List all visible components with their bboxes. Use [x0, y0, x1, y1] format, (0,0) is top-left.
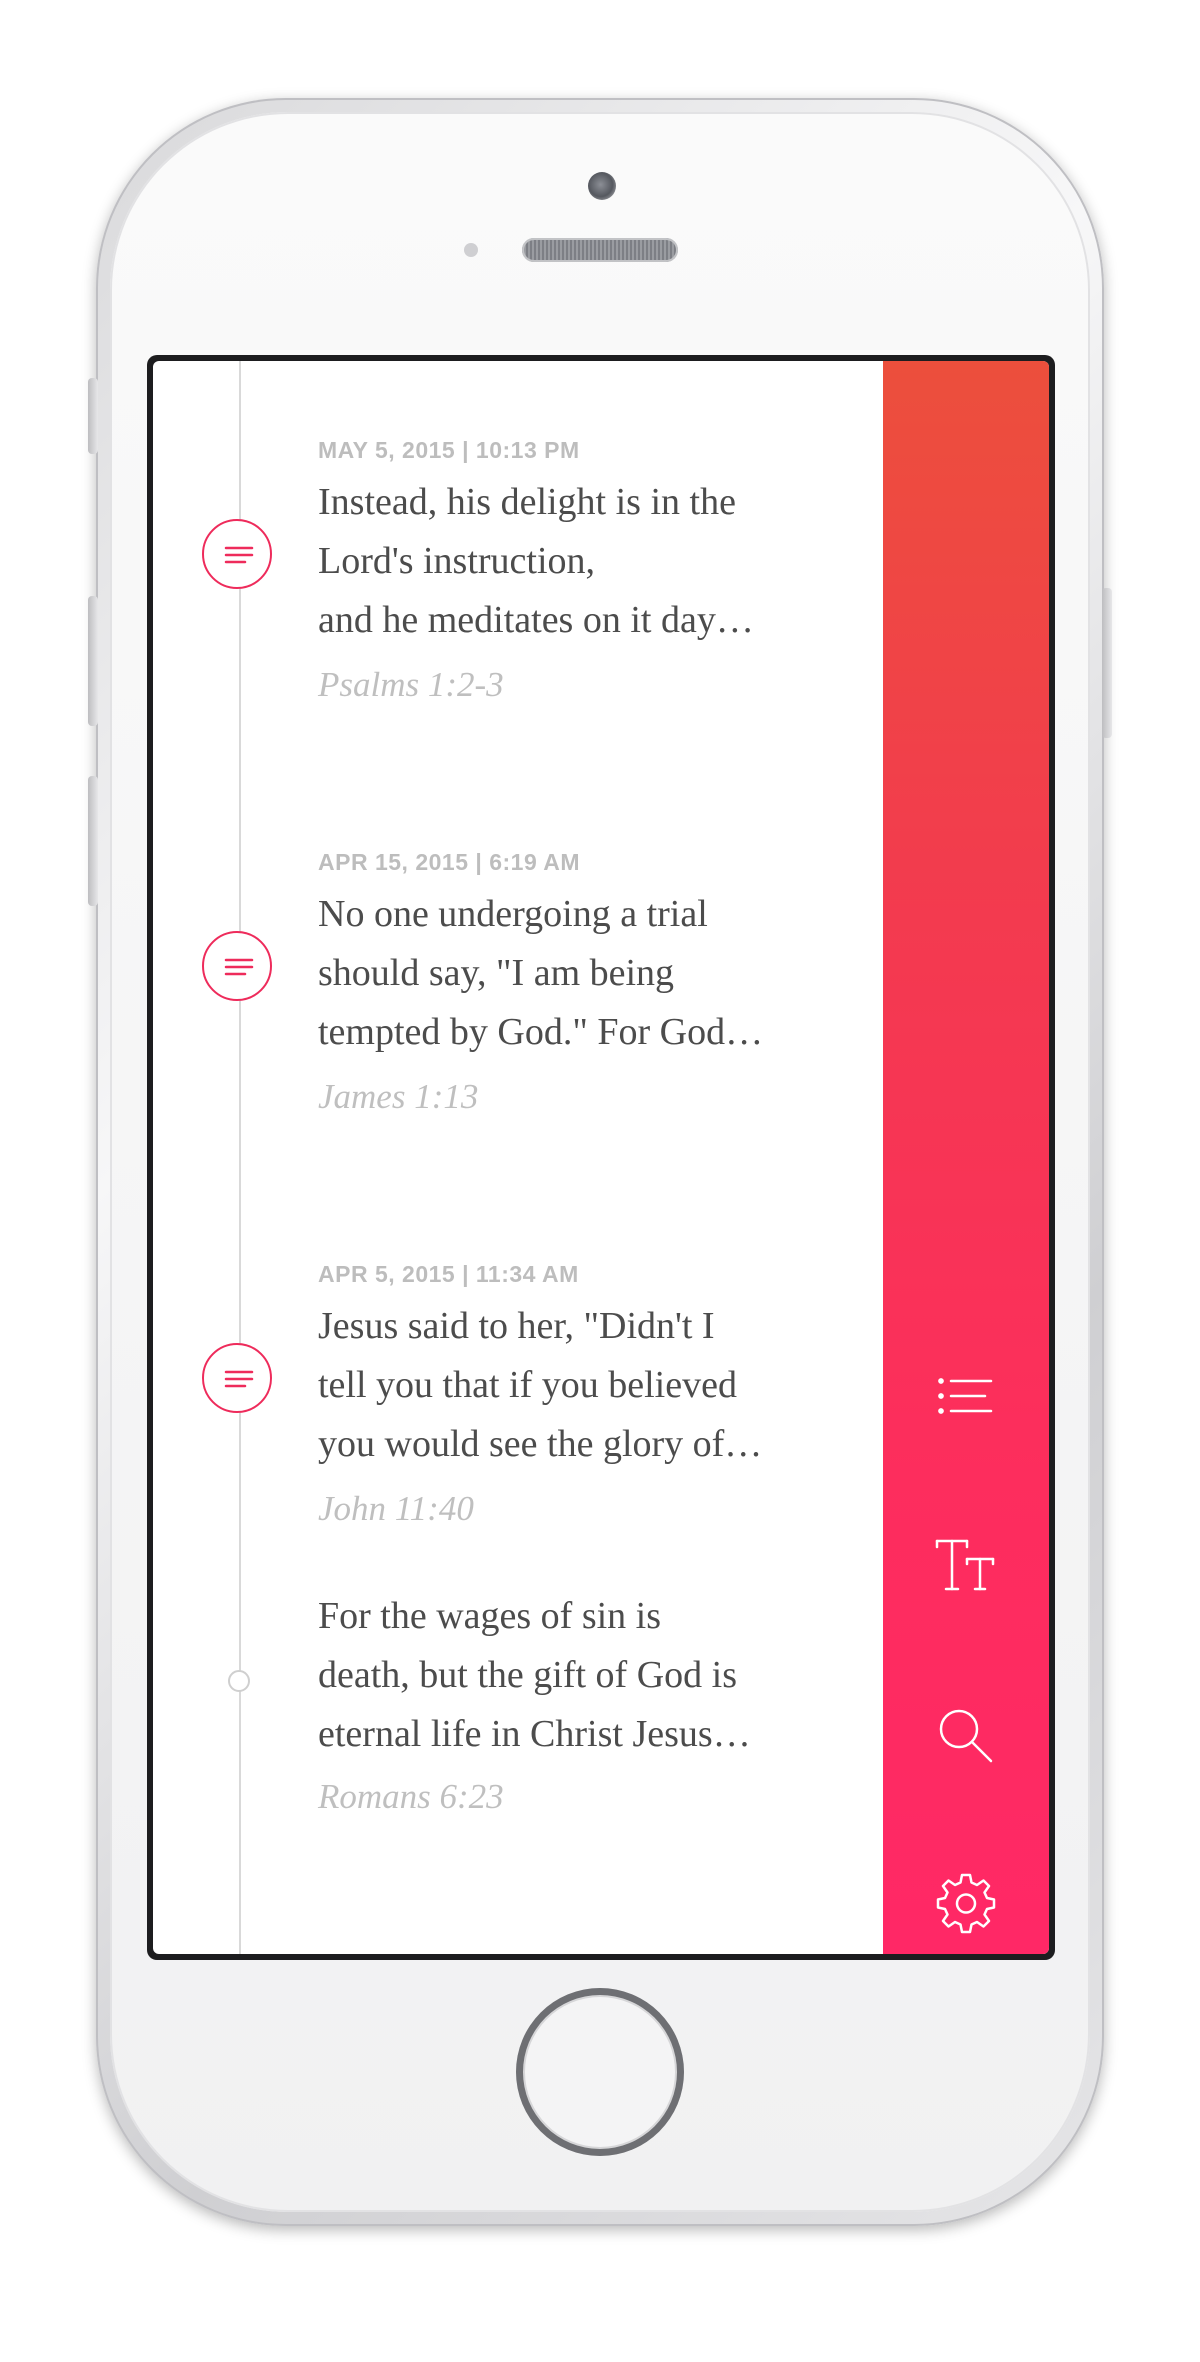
verse-line: and he meditates on it day…: [318, 599, 754, 641]
note-icon[interactable]: [202, 519, 272, 589]
entry-verse-text: No one undergoing a trial should say, "I…: [318, 885, 858, 1062]
verse-line: death, but the gift of God is: [318, 1654, 737, 1696]
entry-verse-text: For the wages of sin is death, but the g…: [318, 1587, 858, 1764]
home-button[interactable]: [516, 1988, 684, 2156]
volume-up-button: [88, 596, 98, 726]
note-icon[interactable]: [202, 931, 272, 1001]
verse-line: eternal life in Christ Jesus…: [318, 1713, 751, 1755]
verse-line: No one undergoing a trial: [318, 893, 708, 935]
verse-reference: Romans 6:23: [318, 1777, 504, 1816]
verse-line: Lord's instruction,: [318, 540, 596, 582]
timeline-dot: [228, 1670, 250, 1692]
app-screen: MAY 5, 2015 | 10:13 PM Instead, his deli…: [153, 361, 1049, 1954]
verse-line: For the wages of sin is: [318, 1595, 662, 1637]
earpiece-speaker: [522, 238, 678, 262]
entry-date: APR 5, 2015 | 11:34 AM: [318, 1261, 579, 1287]
settings-gear-icon[interactable]: [931, 1867, 1001, 1937]
verse-line: tempted by God." For God…: [318, 1011, 764, 1053]
sidebar: [883, 361, 1049, 1954]
volume-down-button: [88, 776, 98, 906]
entry-date: APR 15, 2015 | 6:19 AM: [318, 849, 581, 875]
entry-date: MAY 5, 2015 | 10:13 PM: [318, 437, 580, 463]
proximity-sensor: [464, 243, 478, 257]
text-size-icon[interactable]: [931, 1531, 1001, 1601]
verse-line: should say, "I am being: [318, 952, 675, 994]
verse-line: Jesus said to her, "Didn't I: [318, 1305, 715, 1347]
verse-reference: John 11:40: [318, 1489, 474, 1528]
verse-reference: James 1:13: [318, 1077, 479, 1116]
verse-reference: Psalms 1:2-3: [318, 665, 504, 704]
list-icon[interactable]: [931, 1361, 1001, 1431]
search-icon[interactable]: [931, 1701, 1001, 1771]
note-icon[interactable]: [202, 1343, 272, 1413]
entry-verse-text: Jesus said to her, "Didn't I tell you th…: [318, 1297, 858, 1474]
front-camera: [588, 172, 616, 200]
power-button: [1102, 588, 1112, 738]
entry-verse-text: Instead, his delight is in the Lord's in…: [318, 473, 858, 650]
verse-line: you would see the glory of…: [318, 1423, 763, 1465]
mute-switch: [88, 378, 98, 454]
verse-line: tell you that if you believed: [318, 1364, 737, 1406]
timeline-line: [239, 361, 241, 1954]
verse-line: Instead, his delight is in the: [318, 481, 736, 523]
